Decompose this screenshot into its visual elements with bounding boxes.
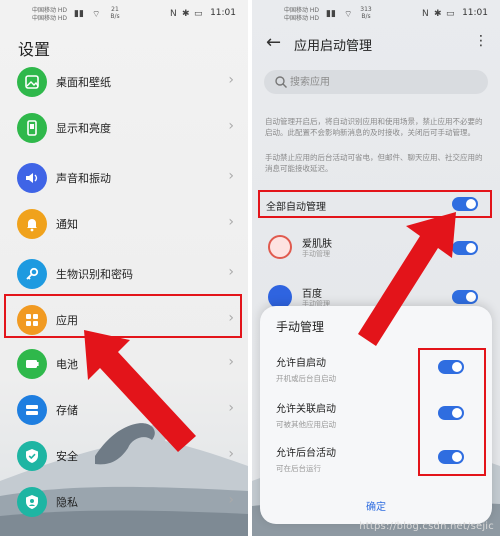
clock: 11:01	[210, 8, 236, 18]
menu-label: 电池	[56, 358, 78, 371]
toggle-knob	[466, 292, 476, 302]
clock: 11:01	[462, 8, 488, 18]
menu-item-notification[interactable]: 通知 ›	[0, 204, 248, 248]
signal-icon: ▮▮	[74, 9, 84, 19]
menu-label: 声音和振动	[56, 172, 111, 185]
menu-item-storage[interactable]: 存储 ›	[0, 390, 248, 434]
page-title: 设置	[18, 40, 51, 59]
chevron-right-icon: ›	[228, 400, 234, 416]
app-toggle[interactable]	[452, 241, 478, 255]
app-row-aijifu[interactable]: 爱肌肤 手动管理	[252, 230, 500, 270]
menu-item-sound[interactable]: 声音和振动 ›	[0, 158, 248, 202]
chevron-right-icon: ›	[228, 168, 234, 184]
watermark: https://blog.csdn.net/sejic	[359, 521, 494, 532]
wallpaper-icon	[17, 67, 47, 97]
manual-manage-sheet: 手动管理 允许自启动 开机或后台自启动 允许关联启动 可被其他应用启动 允许后台…	[260, 306, 492, 524]
app-status: 手动管理	[302, 250, 330, 258]
chevron-right-icon: ›	[228, 492, 234, 508]
chevron-right-icon: ›	[228, 118, 234, 134]
wifi-icon: ⌔	[92, 10, 101, 20]
network-speed: 21 B/s	[110, 6, 120, 20]
menu-label: 隐私	[56, 496, 78, 509]
option-label: 允许后台活动	[276, 448, 336, 459]
bell-icon	[17, 209, 47, 239]
highlight-box-apps	[4, 294, 242, 338]
highlight-box-toggles	[418, 348, 486, 476]
signal-icon: ▮▮	[326, 9, 336, 19]
chevron-right-icon: ›	[228, 72, 234, 88]
menu-item-privacy[interactable]: 隐私 ›	[0, 482, 248, 526]
menu-label: 通知	[56, 218, 78, 231]
menu-label: 桌面和壁纸	[56, 76, 111, 89]
option-label: 允许关联启动	[276, 404, 336, 415]
app-name: 爱肌肤	[302, 239, 332, 250]
app-launch-screen: 中国移动 HD 中国移动 HD ▮▮ ⌔ 313 B/s N ✱ ▭ 11:01 …	[252, 0, 500, 536]
menu-item-battery[interactable]: 电池 ›	[0, 344, 248, 388]
menu-item-display[interactable]: 显示和亮度 ›	[0, 108, 248, 152]
menu-label: 显示和亮度	[56, 122, 111, 135]
chevron-right-icon: ›	[228, 264, 234, 280]
chevron-right-icon: ›	[228, 446, 234, 462]
option-description: 可被其他应用启动	[276, 420, 336, 429]
option-associated-start: 允许关联启动 可被其他应用启动	[276, 400, 336, 430]
battery-status-icon: ▭	[446, 9, 455, 19]
menu-label: 安全	[56, 450, 78, 463]
display-icon	[17, 113, 47, 143]
sheet-title: 手动管理	[276, 320, 325, 334]
vibrate-icon: ✱	[182, 9, 190, 19]
battery-icon	[17, 349, 47, 379]
auto-manage-description: 自动管理开启后，将自动识别应用和使用场景，禁止应用不必要的启动。此配置不会影响新…	[265, 117, 483, 137]
chevron-right-icon: ›	[228, 354, 234, 370]
status-bar: 中国移动 HD 中国移动 HD ▮▮ ⌔ 313 B/s N ✱ ▭ 11:01	[252, 6, 500, 24]
option-description: 开机或后台自启动	[276, 374, 336, 383]
aijifu-app-icon	[268, 235, 292, 259]
toggle-knob	[466, 243, 476, 253]
menu-item-biometrics[interactable]: 生物识别和密码 ›	[0, 254, 248, 298]
nfc-icon: N	[422, 9, 429, 19]
vibrate-icon: ✱	[434, 9, 442, 19]
battery-status-icon: ▭	[194, 9, 203, 19]
search-input[interactable]	[290, 73, 470, 91]
page-title: 应用启动管理	[294, 39, 373, 54]
search-icon	[275, 76, 287, 88]
option-background-activity: 允许后台活动 可在后台运行	[276, 444, 336, 474]
option-auto-start: 允许自启动 开机或后台自启动	[276, 354, 336, 384]
settings-screen: 中国移动 HD 中国移动 HD ▮▮ ⌔ 21 B/s N ✱ ▭ 11:01 设…	[0, 0, 248, 536]
carrier-label: 中国移动 HD 中国移动 HD	[284, 7, 320, 22]
storage-icon	[17, 395, 47, 425]
status-bar: 中国移动 HD 中国移动 HD ▮▮ ⌔ 21 B/s N ✱ ▭ 11:01	[0, 6, 248, 24]
manual-manage-description: 手动禁止应用的后台活动可省电，但邮件、聊天应用、社交应用的消息可能接收延迟。	[265, 153, 483, 173]
app-name: 百度	[302, 289, 322, 300]
option-label: 允许自启动	[276, 358, 326, 369]
menu-label: 生物识别和密码	[56, 268, 133, 281]
carrier-label: 中国移动 HD 中国移动 HD	[32, 7, 68, 22]
network-speed: 313 B/s	[360, 6, 372, 20]
highlight-box-all-auto	[258, 190, 492, 218]
wifi-icon: ⌔	[344, 10, 353, 20]
menu-item-wallpaper[interactable]: 桌面和壁纸 ›	[0, 62, 248, 106]
chevron-right-icon: ›	[228, 214, 234, 230]
shield-icon	[17, 441, 47, 471]
sound-icon	[17, 163, 47, 193]
key-icon	[17, 259, 47, 289]
nfc-icon: N	[170, 9, 177, 19]
search-bar[interactable]	[264, 70, 488, 94]
menu-label: 存储	[56, 404, 78, 417]
privacy-icon	[17, 487, 47, 517]
more-options-icon[interactable]: ⋮	[474, 33, 488, 49]
app-toggle[interactable]	[452, 290, 478, 304]
back-arrow-icon[interactable]: ←	[266, 32, 281, 53]
option-description: 可在后台运行	[276, 464, 321, 473]
confirm-button[interactable]: 确定	[260, 498, 492, 513]
menu-item-security[interactable]: 安全 ›	[0, 436, 248, 480]
